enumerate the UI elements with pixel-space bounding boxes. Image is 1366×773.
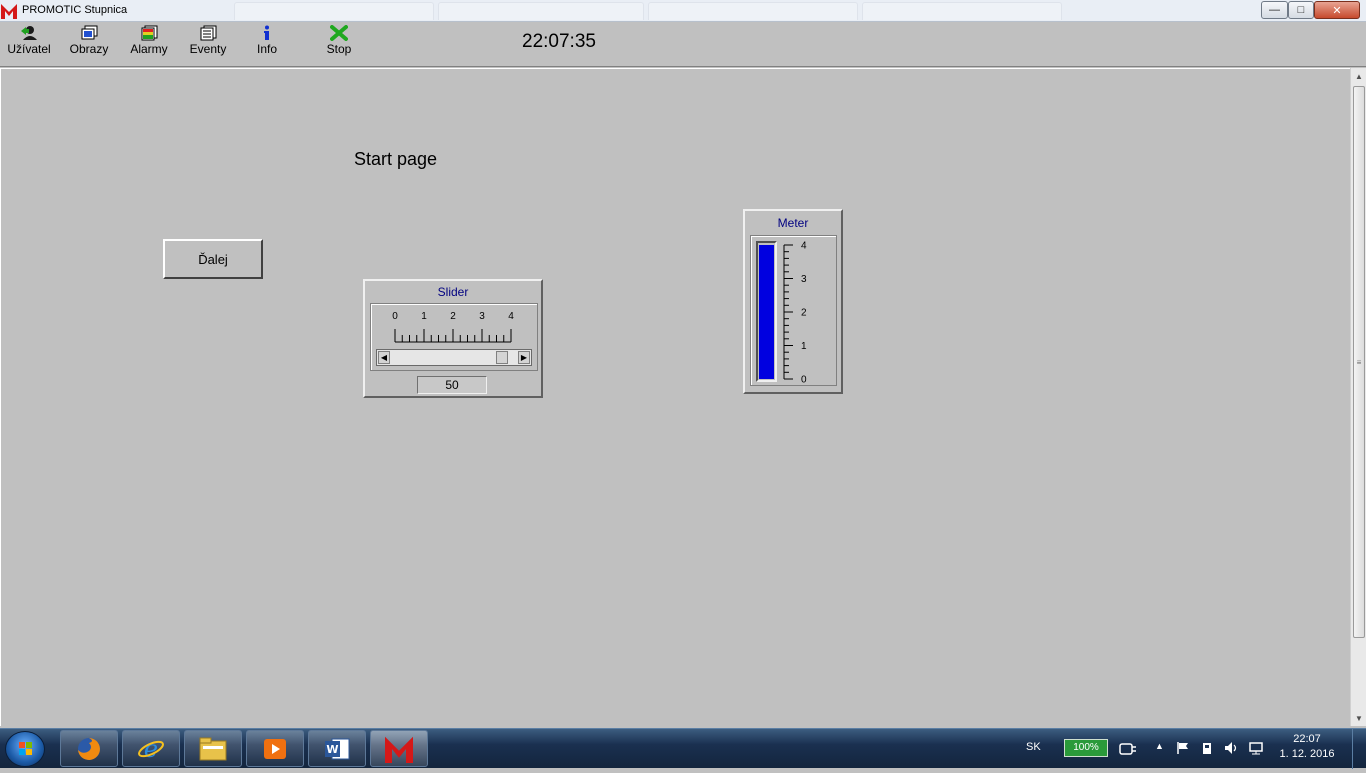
network-icon[interactable] <box>1248 741 1264 755</box>
slider-right-arrow[interactable]: ▶ <box>518 351 530 364</box>
stop-icon <box>330 25 348 41</box>
background-tab <box>648 2 858 20</box>
firefox-icon <box>78 737 100 760</box>
toolbar-stop-button[interactable]: Stop <box>310 24 368 64</box>
start-button[interactable] <box>5 731 45 767</box>
toolbar-screens-button[interactable]: Obrazy <box>60 24 118 64</box>
meter-scale-label: 0 <box>801 375 807 386</box>
slider-scale-label: 3 <box>479 311 485 322</box>
slider-track[interactable]: ◀ ▶ <box>376 349 532 366</box>
meter-panel: 4 3 2 1 0 <box>750 235 837 386</box>
slider-scale-label: 0 <box>392 311 398 322</box>
windows-logo-icon <box>19 742 32 755</box>
show-desktop-button[interactable] <box>1352 729 1366 769</box>
background-tab <box>438 2 644 20</box>
meter-scale-label: 4 <box>801 241 807 252</box>
slider-title: Slider <box>437 285 469 299</box>
screens-icon <box>81 25 98 40</box>
slider-scale-label: 2 <box>450 311 456 322</box>
scroll-up-arrow[interactable]: ▲ <box>1351 68 1366 84</box>
device-icon[interactable] <box>1200 741 1214 755</box>
slider-left-arrow[interactable]: ◀ <box>378 351 390 364</box>
tray-time: 22:07 <box>1293 733 1321 745</box>
clock-tray[interactable]: 22:07 1. 12. 2016 <box>1270 733 1344 760</box>
taskbar-firefox[interactable] <box>60 730 118 767</box>
internet-explorer-icon: e <box>138 735 164 763</box>
meter-fill <box>759 244 774 379</box>
slider-thumb[interactable] <box>495 351 508 364</box>
toolbar-events-button[interactable]: Eventy <box>179 24 237 64</box>
next-button[interactable]: Ďalej <box>163 239 263 279</box>
power-plug-icon[interactable] <box>1118 741 1138 757</box>
promotic-icon <box>385 736 413 763</box>
toolbar-user-button[interactable]: Užívatel <box>0 24 58 64</box>
title-bar: PROMOTIC Stupnica — □ ✕ <box>0 0 1366 22</box>
file-explorer-icon <box>199 737 227 760</box>
meter-scale-label: 1 <box>801 341 807 352</box>
meter-bar <box>756 241 777 382</box>
main-canvas: Start page Ďalej Slider 0 1 2 3 4 ◀ ▶ 50… <box>0 68 1350 726</box>
tray-date: 1. 12. 2016 <box>1279 748 1335 760</box>
meter-scale-label: 2 <box>801 308 807 319</box>
meter-widget: Meter 4 3 2 1 0 <box>743 209 843 394</box>
slider-scale-label: 1 <box>421 311 427 322</box>
slider-scale <box>394 329 512 343</box>
media-player-icon <box>264 738 286 759</box>
meter-scale: 4 3 2 1 0 <box>783 241 807 386</box>
action-center-flag-icon[interactable] <box>1176 741 1190 755</box>
language-indicator[interactable]: SK <box>1026 741 1041 753</box>
user-icon <box>21 26 37 40</box>
meter-title: Meter <box>777 216 809 230</box>
background-tab <box>234 2 434 20</box>
taskbar: e W SK 100% ▲ 22:07 1. 12. 2016 <box>0 728 1366 769</box>
events-icon <box>200 25 217 41</box>
background-tab <box>862 2 1062 20</box>
taskbar-promotic[interactable] <box>370 730 428 767</box>
taskbar-word[interactable]: W <box>308 730 366 767</box>
toolbar-alarms-button[interactable]: Alarmy <box>120 24 178 64</box>
slider-scale-label: 4 <box>508 311 514 322</box>
scroll-down-arrow[interactable]: ▼ <box>1351 710 1366 726</box>
page-title: Start page <box>354 149 438 169</box>
promotic-logo-icon <box>1 4 17 19</box>
word-icon: W <box>325 738 350 759</box>
close-button[interactable]: ✕ <box>1314 1 1360 19</box>
slider-value-display: 50 <box>417 376 487 394</box>
toolbar: Užívatel Obrazy Alarmy Eventy Info Stop … <box>0 22 1366 67</box>
svg-text:W: W <box>326 743 338 756</box>
show-hidden-icons-icon[interactable]: ▲ <box>1155 741 1164 751</box>
window-title: PROMOTIC Stupnica <box>22 4 128 16</box>
slider-panel: 0 1 2 3 4 ◀ ▶ <box>370 303 538 371</box>
scrollbar-thumb[interactable]: ≡ <box>1353 86 1365 638</box>
taskbar-media-player[interactable] <box>246 730 304 767</box>
taskbar-file-explorer[interactable] <box>184 730 242 767</box>
svg-text:e: e <box>144 735 158 763</box>
volume-icon[interactable] <box>1224 741 1240 755</box>
alarms-icon <box>141 25 158 41</box>
taskbar-internet-explorer[interactable]: e <box>122 730 180 767</box>
minimize-button[interactable]: — <box>1261 1 1288 19</box>
vertical-scrollbar[interactable]: ▲ ≡ ▼ <box>1350 68 1366 726</box>
toolbar-info-button[interactable]: Info <box>238 24 296 64</box>
maximize-button[interactable]: □ <box>1288 1 1314 19</box>
slider-widget: Slider 0 1 2 3 4 ◀ ▶ 50 <box>363 279 543 398</box>
meter-scale-label: 3 <box>801 274 807 285</box>
clock-display: 22:07:35 <box>522 31 596 52</box>
battery-indicator[interactable]: 100% <box>1064 739 1108 757</box>
info-icon <box>264 25 269 40</box>
